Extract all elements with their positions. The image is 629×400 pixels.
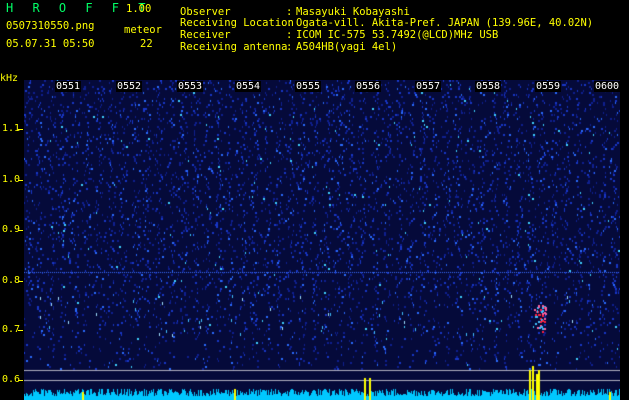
- receiver-sep: :: [286, 29, 293, 41]
- location-label: Receiving Location: [180, 17, 294, 29]
- time-label: 0552: [116, 81, 143, 92]
- time-label: 0555: [295, 81, 322, 92]
- filename-label: 0507310550.png: [6, 20, 95, 32]
- version-label: 1.00: [126, 3, 152, 15]
- ytick-mark: [18, 230, 23, 231]
- meteor-count-value: 22: [140, 38, 153, 50]
- time-label: 0559: [535, 81, 562, 92]
- time-label: 0551: [55, 81, 82, 92]
- ytick-mark: [18, 380, 23, 381]
- ytick-mark: [18, 281, 23, 282]
- datetime-label: 05.07.31 05:50: [6, 38, 95, 50]
- time-label: 0554: [235, 81, 262, 92]
- location-value: Ogata-vill. Akita-Pref. JAPAN (139.96E, …: [296, 17, 594, 29]
- meteor-count-label: meteor: [124, 24, 162, 36]
- ytick-mark: [18, 129, 23, 130]
- ytick-mark: [18, 330, 23, 331]
- time-label: 0600: [594, 81, 621, 92]
- frequency-axis-unit: kHz: [0, 73, 19, 84]
- time-label: 0556: [355, 81, 382, 92]
- time-label: 0553: [177, 81, 204, 92]
- spectrogram-plot[interactable]: [24, 80, 620, 400]
- receiver-value: ICOM IC-575 53.7492(@LCD)MHz USB: [296, 29, 499, 41]
- location-sep: :: [286, 17, 293, 29]
- antenna-label: Receiving antenna: [180, 41, 288, 53]
- ytick-mark: [18, 180, 23, 181]
- time-label: 0557: [415, 81, 442, 92]
- antenna-value: A504HB(yagi 4el): [296, 41, 398, 53]
- time-label: 0558: [475, 81, 502, 92]
- receiver-label: Receiver: [180, 29, 231, 41]
- antenna-sep: :: [286, 41, 293, 53]
